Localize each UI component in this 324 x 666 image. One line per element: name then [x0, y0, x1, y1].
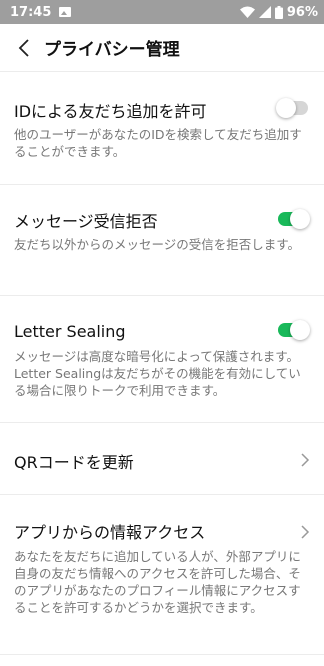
back-button[interactable] — [4, 24, 44, 72]
battery-icon — [274, 5, 283, 19]
status-bar: 17:45 96% — [0, 0, 324, 24]
signal-icon — [258, 6, 271, 18]
setting-app-info-access[interactable]: アプリからの情報アクセス あなたを友だちに追加している人が、外部アプリに自身の友… — [0, 495, 324, 655]
app-header: プライバシー管理 — [0, 24, 324, 72]
setting-description: 他のユーザーがあなたのIDを検索して友だち追加することができます。 — [14, 127, 302, 159]
status-right: 96% — [239, 4, 318, 20]
setting-allow-add-by-id: IDによる友だち追加を許可 他のユーザーがあなたのIDを検索して友だち追加するこ… — [0, 73, 324, 185]
setting-letter-sealing: Letter Sealing メッセージは高度な暗号化によって保護されます。 L… — [0, 296, 324, 423]
status-time: 17:45 — [10, 4, 52, 20]
chevron-right-icon — [301, 453, 310, 467]
page-title: プライバシー管理 — [44, 40, 180, 60]
setting-description: 友だち以外からのメッセージの受信を拒否します。 — [14, 237, 301, 252]
block-messages-toggle[interactable] — [278, 209, 310, 229]
toggle-knob — [276, 98, 296, 118]
setting-title: アプリからの情報アクセス — [14, 523, 206, 542]
setting-block-messages: メッセージ受信拒否 友だち以外からのメッセージの受信を拒否します。 — [0, 185, 324, 296]
setting-title: Letter Sealing — [14, 322, 126, 341]
setting-description: メッセージは高度な暗号化によって保護されます。 Letter Sealingは友… — [14, 349, 301, 398]
letter-sealing-toggle[interactable] — [278, 320, 310, 340]
setting-refresh-qr-code[interactable]: QRコードを更新 — [0, 423, 324, 495]
chevron-left-icon — [18, 38, 29, 57]
image-notification-icon — [59, 7, 72, 17]
setting-title: QRコードを更新 — [14, 453, 134, 472]
setting-description: あなたを友だちに追加している人が、外部アプリに自身の友だち情報へのアクセスを許可… — [14, 549, 301, 615]
battery-percent: 96% — [286, 4, 318, 20]
wifi-icon — [239, 6, 255, 18]
toggle-knob — [290, 209, 310, 229]
setting-title: IDによる友だち追加を許可 — [14, 102, 207, 121]
toggle-knob — [290, 320, 310, 340]
setting-title: メッセージ受信拒否 — [14, 212, 158, 231]
allow-add-by-id-toggle[interactable] — [276, 98, 308, 118]
chevron-right-icon — [301, 525, 310, 539]
